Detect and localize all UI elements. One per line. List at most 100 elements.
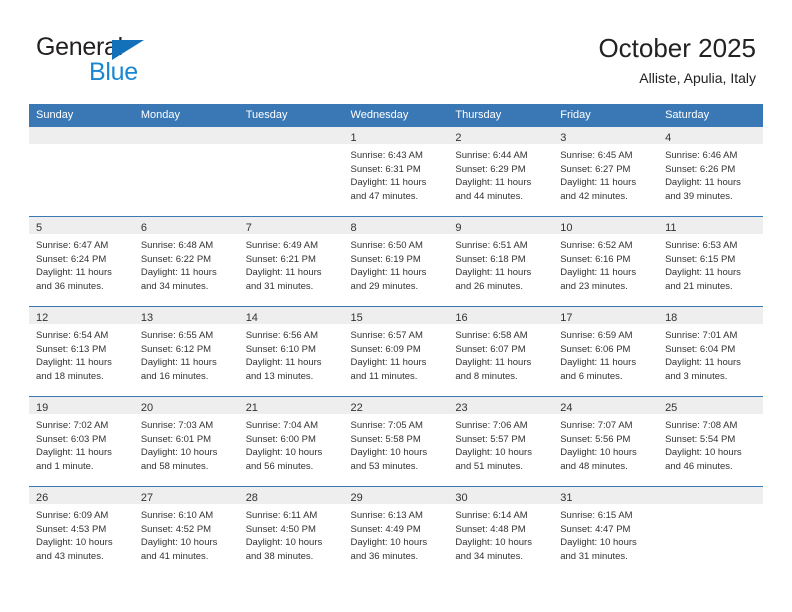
day-cell-13[interactable]: 13 Sunrise: 6:55 AM Sunset: 6:12 PM Dayligh… — [133, 306, 239, 396]
day-cell-details: Sunrise: 7:07 AM Sunset: 5:56 PM Daylight:… — [553, 414, 658, 473]
page-title: October 2025 — [598, 33, 756, 63]
day-cell-details: Sunrise: 6:52 AM Sunset: 6:16 PM Daylight:… — [553, 234, 658, 293]
day-cell-4[interactable]: 4 Sunrise: 6:46 AM Sunset: 6:26 PM Daylight… — [658, 126, 763, 216]
sunrise-text: Sunrise: 6:43 AM — [350, 150, 423, 161]
calendar-day-cell: 4 Sunrise: 6:46 AM Sunset: 6:26 PM Daylight… — [658, 126, 763, 216]
daylight-text-line2: and 38 minutes. — [245, 550, 314, 562]
daylight-text-line2: and 18 minutes. — [36, 370, 104, 382]
day-cell-details: Sunrise: 6:49 AM Sunset: 6:21 PM Daylight:… — [239, 234, 344, 293]
daylight-text-line2: and 53 minutes. — [350, 460, 419, 472]
day-cell-5[interactable]: 5 Sunrise: 6:47 AM Sunset: 6:24 PM Daylight… — [29, 216, 134, 306]
weekday-header-thursday: Thursday — [448, 104, 554, 126]
day-cell-28[interactable]: 28 Sunrise: 6:11 AM Sunset: 4:50 PM Dayligh… — [238, 486, 344, 576]
daylight-text-line2: and 51 minutes. — [455, 460, 523, 472]
day-number: 25 — [665, 402, 678, 414]
day-cell-24[interactable]: 24 Sunrise: 7:07 AM Sunset: 5:56 PM Dayligh… — [553, 396, 659, 486]
day-cell-12[interactable]: 12 Sunrise: 6:54 AM Sunset: 6:13 PM Dayligh… — [29, 306, 134, 396]
sunset-text: Sunset: 6:04 PM — [665, 343, 736, 355]
day-cell-2[interactable]: 2 Sunrise: 6:44 AM Sunset: 6:29 PM Daylight… — [448, 126, 554, 216]
day-cell-23[interactable]: 23 Sunrise: 7:06 AM Sunset: 5:57 PM Dayligh… — [448, 396, 554, 486]
calendar-week-row: 19 Sunrise: 7:02 AM Sunset: 6:03 PM Dayligh… — [29, 396, 763, 486]
day-cell-25[interactable]: 25 Sunrise: 7:08 AM Sunset: 5:54 PM Dayligh… — [658, 396, 763, 486]
calendar-day-cell: 1 Sunrise: 6:43 AM Sunset: 6:31 PM Daylight… — [343, 126, 449, 216]
weekday-header-tuesday: Tuesday — [238, 104, 344, 126]
day-cell-details: Sunrise: 7:01 AM Sunset: 6:04 PM Daylight:… — [658, 324, 763, 383]
generalblue-logo[interactable]: General Blue — [36, 33, 246, 89]
day-cell-3[interactable]: 3 Sunrise: 6:45 AM Sunset: 6:27 PM Daylight… — [553, 126, 659, 216]
sunset-text: Sunset: 6:07 PM — [455, 343, 526, 355]
day-number-band: 15 — [343, 307, 449, 324]
calendar-day-cell: 21 Sunrise: 7:04 AM Sunset: 6:00 PM Dayligh… — [238, 396, 344, 486]
calendar-day-cell: 19 Sunrise: 7:02 AM Sunset: 6:03 PM Dayligh… — [29, 396, 134, 486]
day-number: 7 — [245, 222, 252, 234]
day-cell-1[interactable]: 1 Sunrise: 6:43 AM Sunset: 6:31 PM Daylight… — [343, 126, 449, 216]
day-number-band: 1 — [343, 127, 449, 144]
calendar-day-cell: 12 Sunrise: 6:54 AM Sunset: 6:13 PM Dayligh… — [29, 306, 134, 396]
day-number: 21 — [245, 402, 258, 414]
sunset-text: Sunset: 4:53 PM — [36, 523, 107, 535]
day-cell-21[interactable]: 21 Sunrise: 7:04 AM Sunset: 6:00 PM Dayligh… — [238, 396, 344, 486]
sunrise-text: Sunrise: 6:45 AM — [560, 150, 633, 161]
day-cell-9[interactable]: 9 Sunrise: 6:51 AM Sunset: 6:18 PM Daylight… — [448, 216, 554, 306]
sunset-text: Sunset: 5:57 PM — [455, 433, 526, 445]
daylight-text-line1: Daylight: 11 hours — [245, 267, 322, 279]
day-number-band: 31 — [553, 487, 659, 504]
day-number-band: 18 — [658, 307, 763, 324]
sunrise-text: Sunrise: 7:07 AM — [560, 420, 633, 431]
day-cell-31[interactable]: 31 Sunrise: 6:15 AM Sunset: 4:47 PM Dayligh… — [553, 486, 659, 576]
day-number-band: 28 — [238, 487, 344, 504]
day-cell-details: Sunrise: 6:47 AM Sunset: 6:24 PM Daylight:… — [29, 234, 134, 293]
day-number: 20 — [140, 402, 154, 414]
daylight-text-line1: Daylight: 10 hours — [140, 537, 218, 549]
day-cell-22[interactable]: 22 Sunrise: 7:05 AM Sunset: 5:58 PM Dayligh… — [343, 396, 449, 486]
sunrise-text: Sunrise: 6:49 AM — [245, 240, 319, 251]
calendar-grid: Sunday Monday Tuesday Wednesday Thursday… — [29, 104, 763, 576]
day-cell-8[interactable]: 8 Sunrise: 6:50 AM Sunset: 6:19 PM Daylight… — [343, 216, 449, 306]
day-number-band: 14 — [238, 307, 344, 324]
sunrise-text: Sunrise: 6:48 AM — [140, 240, 214, 251]
day-number: 8 — [350, 222, 357, 234]
day-number: 14 — [245, 312, 258, 324]
day-number: 4 — [665, 132, 672, 144]
day-cell-30[interactable]: 30 Sunrise: 6:14 AM Sunset: 4:48 PM Dayligh… — [448, 486, 554, 576]
day-cell-7[interactable]: 7 Sunrise: 6:49 AM Sunset: 6:21 PM Daylight… — [238, 216, 344, 306]
daylight-text-line1: Daylight: 11 hours — [350, 267, 427, 279]
day-cell-17[interactable]: 17 Sunrise: 6:59 AM Sunset: 6:06 PM Dayligh… — [553, 306, 659, 396]
day-cell-details: Sunrise: 6:13 AM Sunset: 4:49 PM Daylight:… — [344, 504, 449, 563]
day-cell-11[interactable]: 11 Sunrise: 6:53 AM Sunset: 6:15 PM Dayligh… — [658, 216, 763, 306]
daylight-text-line1: Daylight: 11 hours — [560, 267, 637, 279]
day-cell-16[interactable]: 16 Sunrise: 6:58 AM Sunset: 6:07 PM Dayligh… — [448, 306, 554, 396]
sunset-text: Sunset: 6:21 PM — [245, 253, 316, 265]
sunset-text: Sunset: 6:09 PM — [350, 343, 421, 355]
daylight-text-line1: Daylight: 11 hours — [245, 357, 322, 369]
calendar-day-cell: 29 Sunrise: 6:13 AM Sunset: 4:49 PM Dayligh… — [343, 486, 449, 576]
day-cell-14[interactable]: 14 Sunrise: 6:56 AM Sunset: 6:10 PM Dayligh… — [238, 306, 344, 396]
day-cell-26[interactable]: 26 Sunrise: 6:09 AM Sunset: 4:53 PM Dayligh… — [29, 486, 134, 576]
sunset-text: Sunset: 4:47 PM — [560, 523, 631, 535]
sunset-text: Sunset: 6:18 PM — [455, 253, 526, 265]
sunrise-text: Sunrise: 6:52 AM — [560, 240, 633, 251]
daylight-text-line1: Daylight: 11 hours — [560, 357, 637, 369]
day-cell-empty — [133, 126, 239, 216]
day-cell-empty — [658, 486, 763, 576]
day-cell-15[interactable]: 15 Sunrise: 6:57 AM Sunset: 6:09 PM Dayligh… — [343, 306, 449, 396]
daylight-text-line1: Daylight: 10 hours — [560, 447, 637, 459]
calendar-day-cell: 30 Sunrise: 6:14 AM Sunset: 4:48 PM Dayligh… — [448, 486, 554, 576]
daylight-text-line2: and 46 minutes. — [665, 460, 733, 472]
day-cell-details: Sunrise: 6:59 AM Sunset: 6:06 PM Daylight:… — [553, 324, 658, 383]
daylight-text-line1: Daylight: 11 hours — [665, 177, 741, 189]
day-cell-19[interactable]: 19 Sunrise: 7:02 AM Sunset: 6:03 PM Dayligh… — [29, 396, 134, 486]
day-number-band: 7 — [238, 217, 344, 234]
daylight-text-line2: and 21 minutes. — [665, 280, 733, 292]
sunrise-text: Sunrise: 7:04 AM — [245, 420, 319, 431]
day-cell-27[interactable]: 27 Sunrise: 6:10 AM Sunset: 4:52 PM Dayligh… — [133, 486, 239, 576]
day-cell-6[interactable]: 6 Sunrise: 6:48 AM Sunset: 6:22 PM Daylight… — [133, 216, 239, 306]
day-number-band — [29, 127, 134, 144]
day-cell-10[interactable]: 10 Sunrise: 6:52 AM Sunset: 6:16 PM Dayligh… — [553, 216, 659, 306]
day-cell-20[interactable]: 20 Sunrise: 7:03 AM Sunset: 6:01 PM Dayligh… — [133, 396, 239, 486]
day-cell-29[interactable]: 29 Sunrise: 6:13 AM Sunset: 4:49 PM Dayligh… — [343, 486, 449, 576]
day-cell-18[interactable]: 18 Sunrise: 7:01 AM Sunset: 6:04 PM Dayligh… — [658, 306, 763, 396]
sunrise-text: Sunrise: 6:13 AM — [350, 510, 423, 521]
day-number-band: 3 — [553, 127, 659, 144]
sunrise-text: Sunrise: 6:47 AM — [36, 240, 109, 251]
